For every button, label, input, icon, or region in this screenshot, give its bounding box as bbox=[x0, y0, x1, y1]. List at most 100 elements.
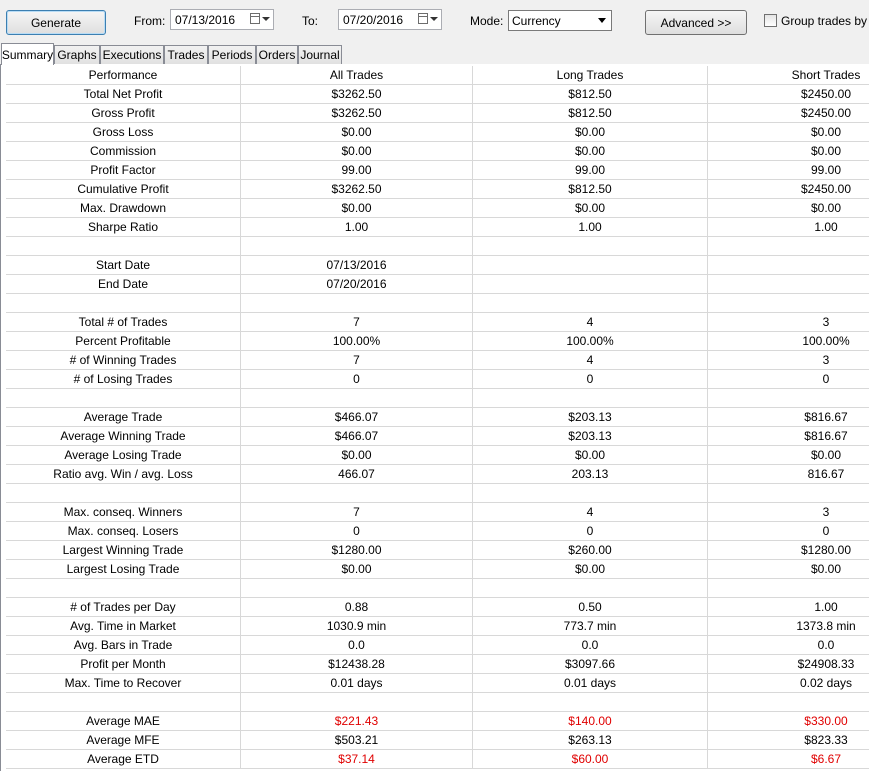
row-value: $3262.50 bbox=[241, 104, 473, 123]
table-row: Profit Factor 99.00 99.00 99.00 bbox=[6, 161, 869, 180]
tab-orders[interactable]: Orders bbox=[256, 45, 298, 64]
row-value: 0.0 bbox=[241, 636, 473, 655]
row-value-text: $2450.00 bbox=[800, 106, 852, 120]
row-label: End Date bbox=[6, 275, 241, 294]
row-value: 4 bbox=[473, 313, 708, 332]
table-row: Largest Winning Trade $1280.00 $260.00 $128… bbox=[6, 541, 869, 560]
row-value: 3 bbox=[708, 503, 869, 522]
table-row: Max. conseq. Winners 7 4 3 bbox=[6, 503, 869, 522]
row-value: $0.00 bbox=[241, 142, 473, 161]
table-row: Average Trade $466.07 $203.13 $816.67 bbox=[6, 408, 869, 427]
row-value: $0.00 bbox=[473, 123, 708, 142]
row-value: $0.00 bbox=[473, 560, 708, 579]
row-label: Gross Loss bbox=[6, 123, 241, 142]
table-row: Commission $0.00 $0.00 $0.00 bbox=[6, 142, 869, 161]
table-row: Total # of Trades 7 4 3 bbox=[6, 313, 869, 332]
row-value bbox=[708, 484, 869, 503]
row-value: 0 bbox=[708, 522, 869, 541]
tab-executions[interactable]: Executions bbox=[100, 45, 164, 64]
table-row: Average ETD $37.14 $60.00 $6.67 bbox=[6, 750, 869, 769]
row-value: $0.00 bbox=[241, 560, 473, 579]
tab-summary[interactable]: Summary bbox=[1, 43, 54, 65]
row-value-text: $0.00 bbox=[810, 562, 842, 576]
row-value bbox=[473, 484, 708, 503]
row-label: Total Net Profit bbox=[6, 85, 241, 104]
row-label: # of Trades per Day bbox=[6, 598, 241, 617]
row-value: $3097.66 bbox=[473, 655, 708, 674]
table-row: # of Winning Trades 7 4 3 bbox=[6, 351, 869, 370]
row-value bbox=[473, 389, 708, 408]
row-value: 0.88 bbox=[241, 598, 473, 617]
row-label: Cumulative Profit bbox=[6, 180, 241, 199]
table-row: Max. conseq. Losers 0 0 0 bbox=[6, 522, 869, 541]
tab-journal[interactable]: Journal bbox=[298, 45, 342, 64]
row-value: 100.00% bbox=[241, 332, 473, 351]
chevron-down-icon[interactable] bbox=[598, 18, 606, 23]
row-value: 7 bbox=[241, 313, 473, 332]
row-label: Avg. Time in Market bbox=[6, 617, 241, 636]
row-value: $0.00 bbox=[708, 199, 869, 218]
table-row-spacer bbox=[6, 693, 869, 712]
row-value-text: 3 bbox=[822, 315, 830, 329]
row-value: $0.00 bbox=[708, 446, 869, 465]
row-value bbox=[241, 237, 473, 256]
table-row: Percent Profitable 100.00% 100.00% 100.00% bbox=[6, 332, 869, 351]
advanced-button[interactable]: Advanced >> bbox=[645, 10, 747, 35]
row-value: $263.13 bbox=[473, 731, 708, 750]
row-value: $3262.50 bbox=[241, 85, 473, 104]
row-value bbox=[473, 294, 708, 313]
to-date-picker[interactable]: 07/20/2016 bbox=[338, 9, 442, 30]
table-row: Gross Profit $3262.50 $812.50 $2450.00 bbox=[6, 104, 869, 123]
group-trades-checkbox[interactable] bbox=[764, 14, 777, 27]
row-value: 7 bbox=[241, 351, 473, 370]
chevron-down-icon[interactable] bbox=[430, 17, 438, 21]
table-row: Average MFE $503.21 $263.13 $823.33 bbox=[6, 731, 869, 750]
row-label: Commission bbox=[6, 142, 241, 161]
row-value: $203.13 bbox=[473, 408, 708, 427]
row-value bbox=[241, 579, 473, 598]
row-value bbox=[473, 275, 708, 294]
tab-trades[interactable]: Trades bbox=[164, 45, 208, 64]
calendar-icon[interactable] bbox=[250, 13, 260, 24]
mode-value: Currency bbox=[512, 14, 561, 28]
row-value: 4 bbox=[473, 503, 708, 522]
from-date-picker[interactable]: 07/13/2016 bbox=[170, 9, 274, 30]
row-value: 0.50 bbox=[473, 598, 708, 617]
row-value: 1.00 bbox=[708, 218, 869, 237]
row-value: $0.00 bbox=[708, 123, 869, 142]
chevron-down-icon[interactable] bbox=[262, 17, 270, 21]
row-value: 07/13/2016 bbox=[241, 256, 473, 275]
row-value: $37.14 bbox=[241, 750, 473, 769]
row-value: 0 bbox=[241, 522, 473, 541]
table-row-spacer bbox=[6, 484, 869, 503]
row-value: 0.01 days bbox=[241, 674, 473, 693]
tab-graphs[interactable]: Graphs bbox=[54, 45, 100, 64]
group-trades-label: Group trades by A bbox=[781, 14, 869, 28]
row-value: 7 bbox=[241, 503, 473, 522]
generate-button[interactable]: Generate bbox=[6, 10, 106, 35]
calendar-icon[interactable] bbox=[418, 13, 428, 24]
row-value: $0.00 bbox=[708, 560, 869, 579]
row-label bbox=[6, 294, 241, 313]
row-value: 816.67 bbox=[708, 465, 869, 484]
row-label: Largest Winning Trade bbox=[6, 541, 241, 560]
table-row: # of Losing Trades 0 0 0 bbox=[6, 370, 869, 389]
row-value: 1030.9 min bbox=[241, 617, 473, 636]
tab-periods[interactable]: Periods bbox=[208, 45, 256, 64]
row-value-text: 0.0 bbox=[817, 638, 835, 652]
row-value: 3 bbox=[708, 351, 869, 370]
row-label: Total # of Trades bbox=[6, 313, 241, 332]
row-label: Gross Profit bbox=[6, 104, 241, 123]
row-value: $816.67 bbox=[708, 427, 869, 446]
table-row: Avg. Bars in Trade 0.0 0.0 0.0 bbox=[6, 636, 869, 655]
row-label: Profit per Month bbox=[6, 655, 241, 674]
row-value-text: $0.00 bbox=[810, 201, 842, 215]
mode-select[interactable]: Currency bbox=[508, 10, 612, 31]
row-value bbox=[708, 256, 869, 275]
row-label bbox=[6, 389, 241, 408]
row-label: Start Date bbox=[6, 256, 241, 275]
table-row: Ratio avg. Win / avg. Loss 466.07 203.13 81… bbox=[6, 465, 869, 484]
summary-panel: Performance All Trades Long Trades Short… bbox=[0, 64, 869, 771]
row-label: Ratio avg. Win / avg. Loss bbox=[6, 465, 241, 484]
row-value: $1280.00 bbox=[241, 541, 473, 560]
